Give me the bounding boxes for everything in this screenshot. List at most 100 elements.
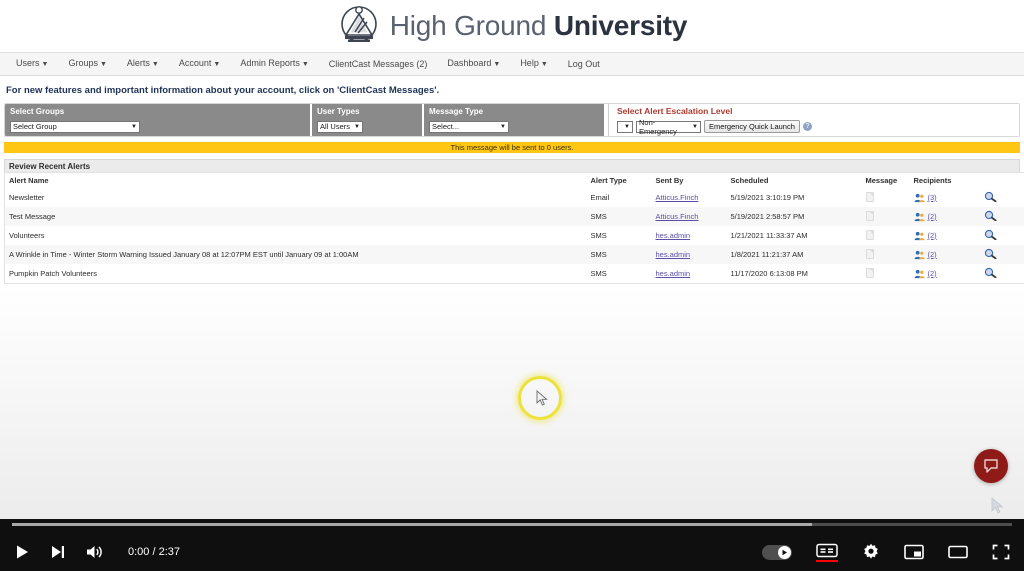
recipients-group-icon[interactable]: [914, 193, 925, 203]
recipients-count[interactable]: (2): [928, 269, 937, 278]
message-type-value: Select...: [432, 122, 460, 132]
chevron-down-icon: ▼: [624, 124, 630, 130]
alert-escalation-label: Select Alert Escalation Level: [617, 106, 733, 116]
chevron-down-icon: ▼: [692, 124, 698, 130]
page-title: High Ground University: [390, 10, 688, 42]
volume-button[interactable]: [86, 544, 104, 560]
settings-gear-icon: [864, 543, 878, 559]
message-type-dropdown[interactable]: Select... ▼: [429, 120, 509, 133]
recipient-count-notice: This message will be sent to 0 users.: [4, 142, 1020, 153]
user-types-filter: User Types All Users ▼: [312, 104, 422, 136]
select-groups-dropdown[interactable]: Select Group ▼: [10, 120, 140, 133]
recipients-count[interactable]: (3): [928, 193, 937, 202]
select-groups-filter: Select Groups Select Group ▼: [5, 104, 310, 136]
cell-recipients: (2): [909, 245, 980, 264]
volume-icon: [87, 546, 102, 558]
chevron-down-icon: ▼: [41, 61, 49, 68]
nav-item-log-out[interactable]: Log Out: [558, 53, 610, 76]
sent-by-link[interactable]: hes.admin: [656, 269, 691, 278]
message-document-icon[interactable]: [865, 191, 874, 202]
column-header-recipients: Recipients: [909, 172, 980, 188]
user-types-dropdown[interactable]: All Users ▼: [317, 120, 363, 133]
cell-message: [861, 207, 910, 226]
chevron-down-icon: ▼: [131, 123, 137, 130]
recipients-count[interactable]: (2): [928, 212, 937, 221]
help-icon[interactable]: ?: [802, 121, 812, 131]
user-types-label: User Types: [317, 107, 360, 116]
fullscreen-button[interactable]: [992, 544, 1010, 560]
recipients-group-icon[interactable]: [914, 231, 925, 241]
nav-item-groups[interactable]: Groups ▼: [58, 52, 116, 76]
autoplay-toggle[interactable]: [762, 544, 792, 560]
column-header-alert-name: Alert Name: [4, 172, 587, 188]
view-details-icon[interactable]: [984, 229, 997, 241]
recipients-group-icon[interactable]: [914, 250, 925, 260]
recipients-group-icon[interactable]: [914, 269, 925, 279]
nav-label: Users: [16, 58, 40, 68]
view-details-icon[interactable]: [984, 248, 997, 260]
message-document-icon[interactable]: [865, 248, 874, 259]
miniplayer-button[interactable]: [904, 544, 924, 560]
nav-item-dashboard[interactable]: Dashboard ▼: [437, 52, 510, 76]
cell-message: [861, 245, 910, 264]
escalation-level-dropdown[interactable]: Non-Emergency ▼: [636, 118, 701, 136]
nav-item-clientcast-messages[interactable]: ClientCast Messages (2): [319, 53, 438, 76]
chevron-down-icon: ▼: [500, 123, 506, 130]
nav-item-admin-reports[interactable]: Admin Reports ▼: [230, 52, 318, 76]
nav-item-help[interactable]: Help ▼: [510, 52, 557, 76]
watermark-cursor-icon: [991, 497, 1004, 514]
video-progress-bar[interactable]: [12, 523, 1012, 526]
alerts-table: Alert Name Alert Type Sent By Scheduled …: [4, 172, 1024, 284]
escalation-prefix-dropdown[interactable]: ▼: [617, 121, 633, 133]
message-document-icon[interactable]: [865, 229, 874, 240]
sent-by-link[interactable]: hes.admin: [656, 250, 691, 259]
cell-scheduled: 5/19/2021 3:10:19 PM: [726, 188, 862, 207]
captions-button[interactable]: [816, 543, 838, 562]
university-crest-icon: [340, 6, 377, 42]
mouse-cursor-icon: [536, 390, 548, 406]
escalation-level-value: Non-Emergency: [639, 118, 677, 136]
settings-button[interactable]: [862, 543, 880, 561]
recipients-group-icon[interactable]: [914, 212, 925, 222]
recipients-count[interactable]: (2): [928, 231, 937, 240]
cell-recipients: (2): [909, 264, 980, 284]
brand-header: High Ground University: [0, 0, 1024, 53]
nav-label: Help: [520, 58, 539, 68]
theater-mode-button[interactable]: [948, 544, 968, 560]
view-details-icon[interactable]: [984, 210, 997, 222]
message-document-icon[interactable]: [865, 267, 874, 278]
cell-alert-name: Newsletter: [4, 188, 587, 207]
play-button[interactable]: [14, 544, 30, 560]
help-chat-button[interactable]: [974, 449, 1008, 483]
chevron-down-icon: ▼: [213, 61, 221, 68]
sent-by-link[interactable]: Atticus.Finch: [656, 193, 699, 202]
next-video-icon: [52, 546, 64, 558]
view-details-icon[interactable]: [984, 267, 997, 279]
nav-item-account[interactable]: Account ▼: [169, 52, 230, 76]
cell-message: [861, 188, 910, 207]
message-document-icon[interactable]: [865, 210, 874, 221]
nav-item-alerts[interactable]: Alerts ▼: [117, 52, 169, 76]
cell-recipients: (2): [909, 207, 980, 226]
nav-item-users[interactable]: Users ▼: [6, 52, 58, 76]
next-video-button[interactable]: [50, 544, 66, 560]
click-highlight-ring: [518, 376, 562, 420]
cell-recipients: (2): [909, 226, 980, 245]
alert-escalation-filter: Select Alert Escalation Level ▼ Non-Emer…: [608, 104, 1019, 136]
nav-label: Groups: [68, 58, 98, 68]
view-details-icon[interactable]: [984, 191, 997, 203]
cell-message: [861, 226, 910, 245]
filter-toolbar: Select Groups Select Group ▼ User Types …: [4, 103, 1020, 137]
emergency-quick-launch-button[interactable]: Emergency Quick Launch: [704, 119, 800, 133]
cell-view-details: [979, 245, 1024, 264]
sent-by-link[interactable]: hes.admin: [656, 231, 691, 240]
chevron-down-icon: ▼: [99, 61, 107, 68]
chat-bubble-icon: [984, 459, 998, 473]
message-type-filter: Message Type Select... ▼: [424, 104, 604, 136]
panel-title: Review Recent Alerts: [4, 159, 1020, 172]
table-row: Pumpkin Patch Volunteers SMS hes.admin 11/1…: [4, 264, 1024, 284]
chevron-down-icon: ▼: [493, 61, 501, 68]
sent-by-link[interactable]: Atticus.Finch: [656, 212, 699, 221]
user-types-value: All Users: [320, 122, 351, 132]
recipients-count[interactable]: (2): [928, 250, 937, 259]
